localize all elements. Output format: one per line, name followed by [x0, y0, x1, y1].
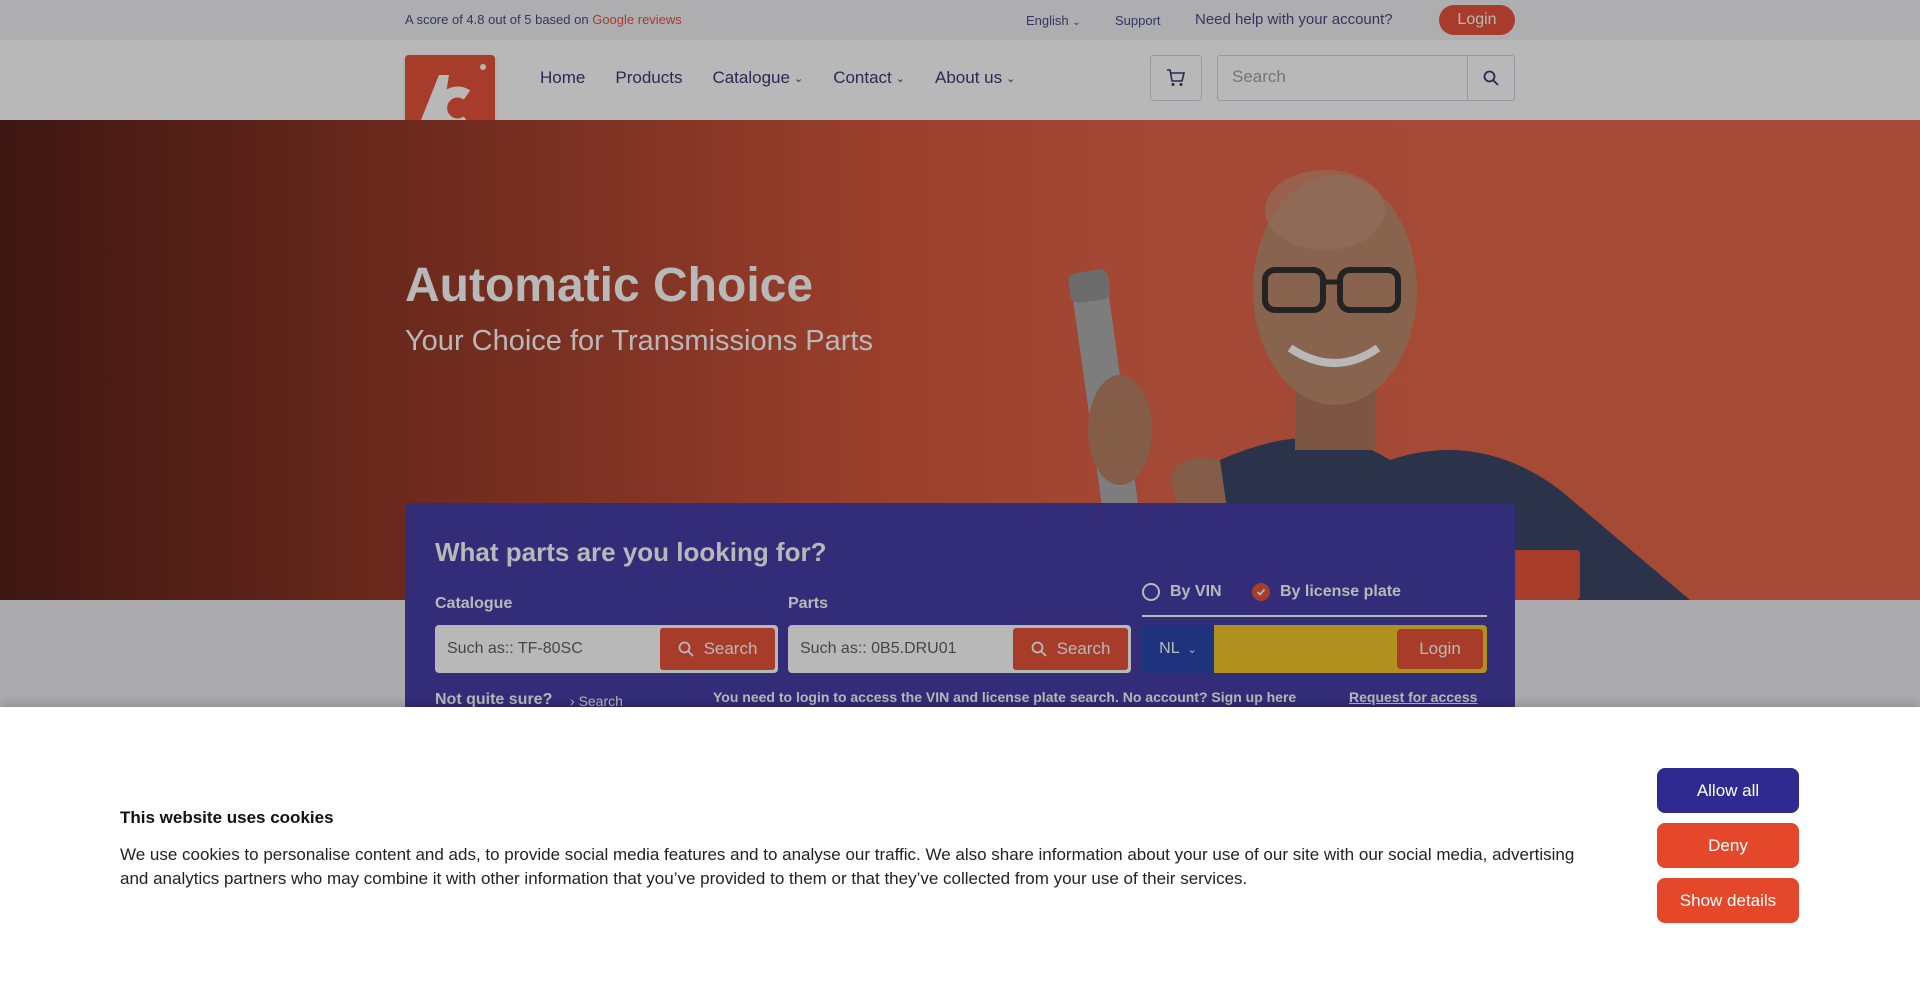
cookie-banner: This website uses cookies We use cookies… — [0, 707, 1920, 993]
modal-backdrop — [0, 0, 1920, 707]
cookie-description: We use cookies to personalise content an… — [120, 845, 1575, 888]
page: A score of 4.8 out of 5 based on Google … — [0, 0, 1920, 993]
deny-button[interactable]: Deny — [1657, 823, 1799, 868]
allow-all-button[interactable]: Allow all — [1657, 768, 1799, 813]
show-details-button[interactable]: Show details — [1657, 878, 1799, 923]
cookie-title: This website uses cookies — [120, 808, 334, 827]
